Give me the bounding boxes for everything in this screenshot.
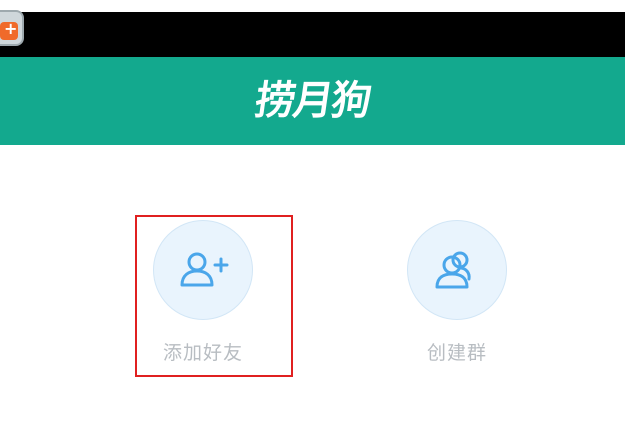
create-group-icon-circle <box>407 220 507 320</box>
plus-icon: + <box>4 19 18 38</box>
app-header: 捞月狗 <box>0 57 625 145</box>
app-launcher-plus-icon[interactable]: + <box>0 10 24 46</box>
app-title: 捞月狗 <box>252 78 373 124</box>
create-group-button[interactable]: 创建群 <box>377 220 537 365</box>
app-screen: + 捞月狗 添加好友 创建群 <box>0 0 625 424</box>
top-strip <box>0 0 625 12</box>
create-group-label: 创建群 <box>426 342 487 364</box>
status-bar <box>0 12 625 57</box>
content-area: 添加好友 创建群 <box>0 145 625 424</box>
create-group-icon <box>435 251 471 289</box>
selection-highlight <box>135 215 293 377</box>
